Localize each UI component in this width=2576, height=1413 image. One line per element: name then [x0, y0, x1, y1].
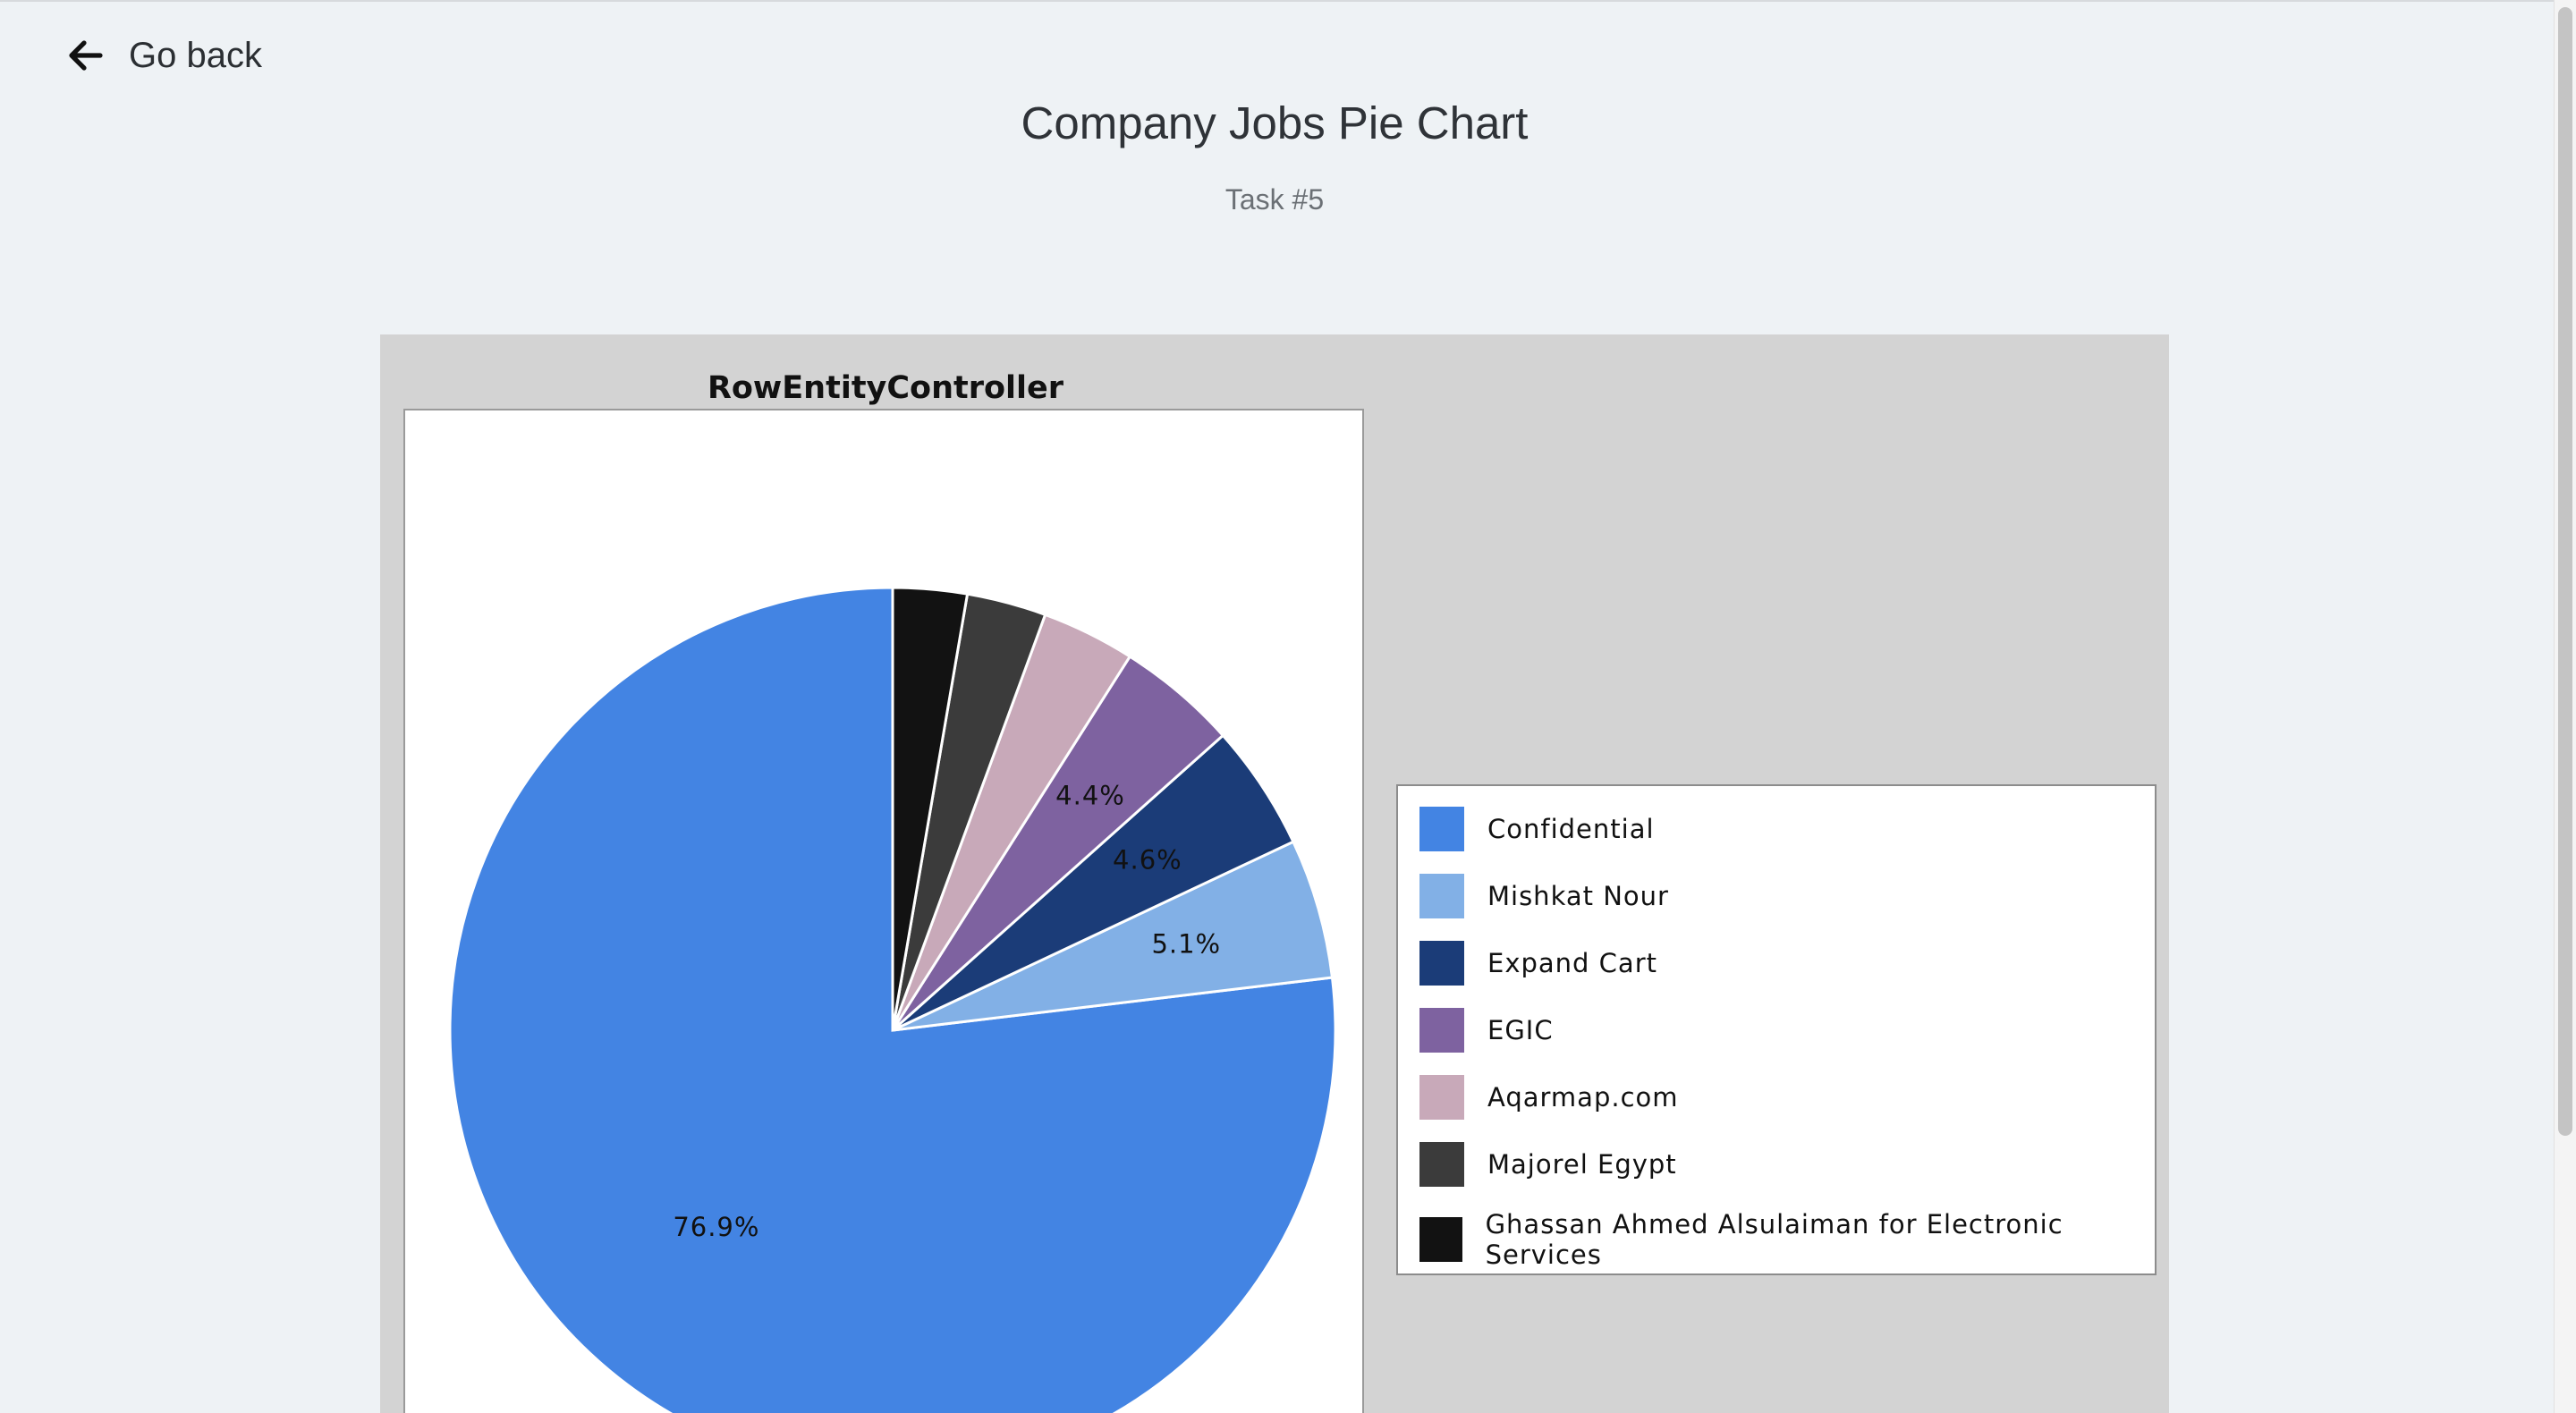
legend-swatch — [1419, 874, 1464, 918]
go-back-label: Go back — [129, 35, 262, 75]
top-divider — [0, 0, 2554, 2]
legend-item: Majorel Egypt — [1419, 1142, 1677, 1187]
legend-label: Expand Cart — [1487, 948, 1657, 978]
scrollbar-thumb[interactable] — [2558, 7, 2572, 1136]
legend-item: Mishkat Nour — [1419, 874, 1669, 918]
pie-slice-label: 4.4% — [1055, 781, 1125, 811]
page-subtitle: Task #5 — [1224, 183, 1325, 216]
legend-label: Confidential — [1487, 814, 1655, 844]
page: Go back Company Jobs Pie Chart Task #5 R… — [0, 0, 2576, 1413]
legend-label: Majorel Egypt — [1487, 1149, 1677, 1180]
pie-chart: 76.9% 5.1% 4.6% 4.4% — [448, 586, 1337, 1413]
pie-slice-label: 76.9% — [673, 1212, 759, 1242]
chart-legend: Confidential Mishkat Nour Expand Cart EGIC A… — [1396, 784, 2157, 1275]
chart-title: RowEntityController — [707, 370, 1064, 406]
legend-swatch — [1419, 1008, 1464, 1053]
legend-item: Ghassan Ahmed Alsulaiman for Electronic … — [1419, 1209, 2155, 1270]
legend-label: Ghassan Ahmed Alsulaiman for Electronic … — [1485, 1209, 2063, 1270]
legend-swatch — [1419, 1075, 1464, 1120]
legend-label: Mishkat Nour — [1487, 881, 1669, 911]
plot-area: 76.9% 5.1% 4.6% 4.4% — [403, 409, 1364, 1413]
legend-item: Aqarmap.com — [1419, 1075, 1679, 1120]
legend-label: EGIC — [1487, 1015, 1554, 1045]
chart-image: RowEntityController 76.9% 5.1% 4.6% 4.4% Co… — [380, 334, 2169, 1413]
legend-item: Expand Cart — [1419, 941, 1657, 986]
pie-slice-label: 4.6% — [1113, 845, 1182, 876]
page-title: Company Jobs Pie Chart — [1021, 97, 1529, 148]
legend-swatch — [1419, 941, 1464, 986]
legend-swatch — [1419, 1142, 1464, 1187]
pie-slice-label: 5.1% — [1151, 929, 1221, 960]
legend-label: Aqarmap.com — [1487, 1082, 1679, 1113]
legend-item: EGIC — [1419, 1008, 1554, 1053]
legend-swatch — [1419, 1217, 1462, 1262]
arrow-left-icon — [69, 40, 103, 71]
legend-item: Confidential — [1419, 807, 1655, 851]
legend-swatch — [1419, 807, 1464, 851]
go-back-link[interactable]: Go back — [64, 34, 262, 77]
